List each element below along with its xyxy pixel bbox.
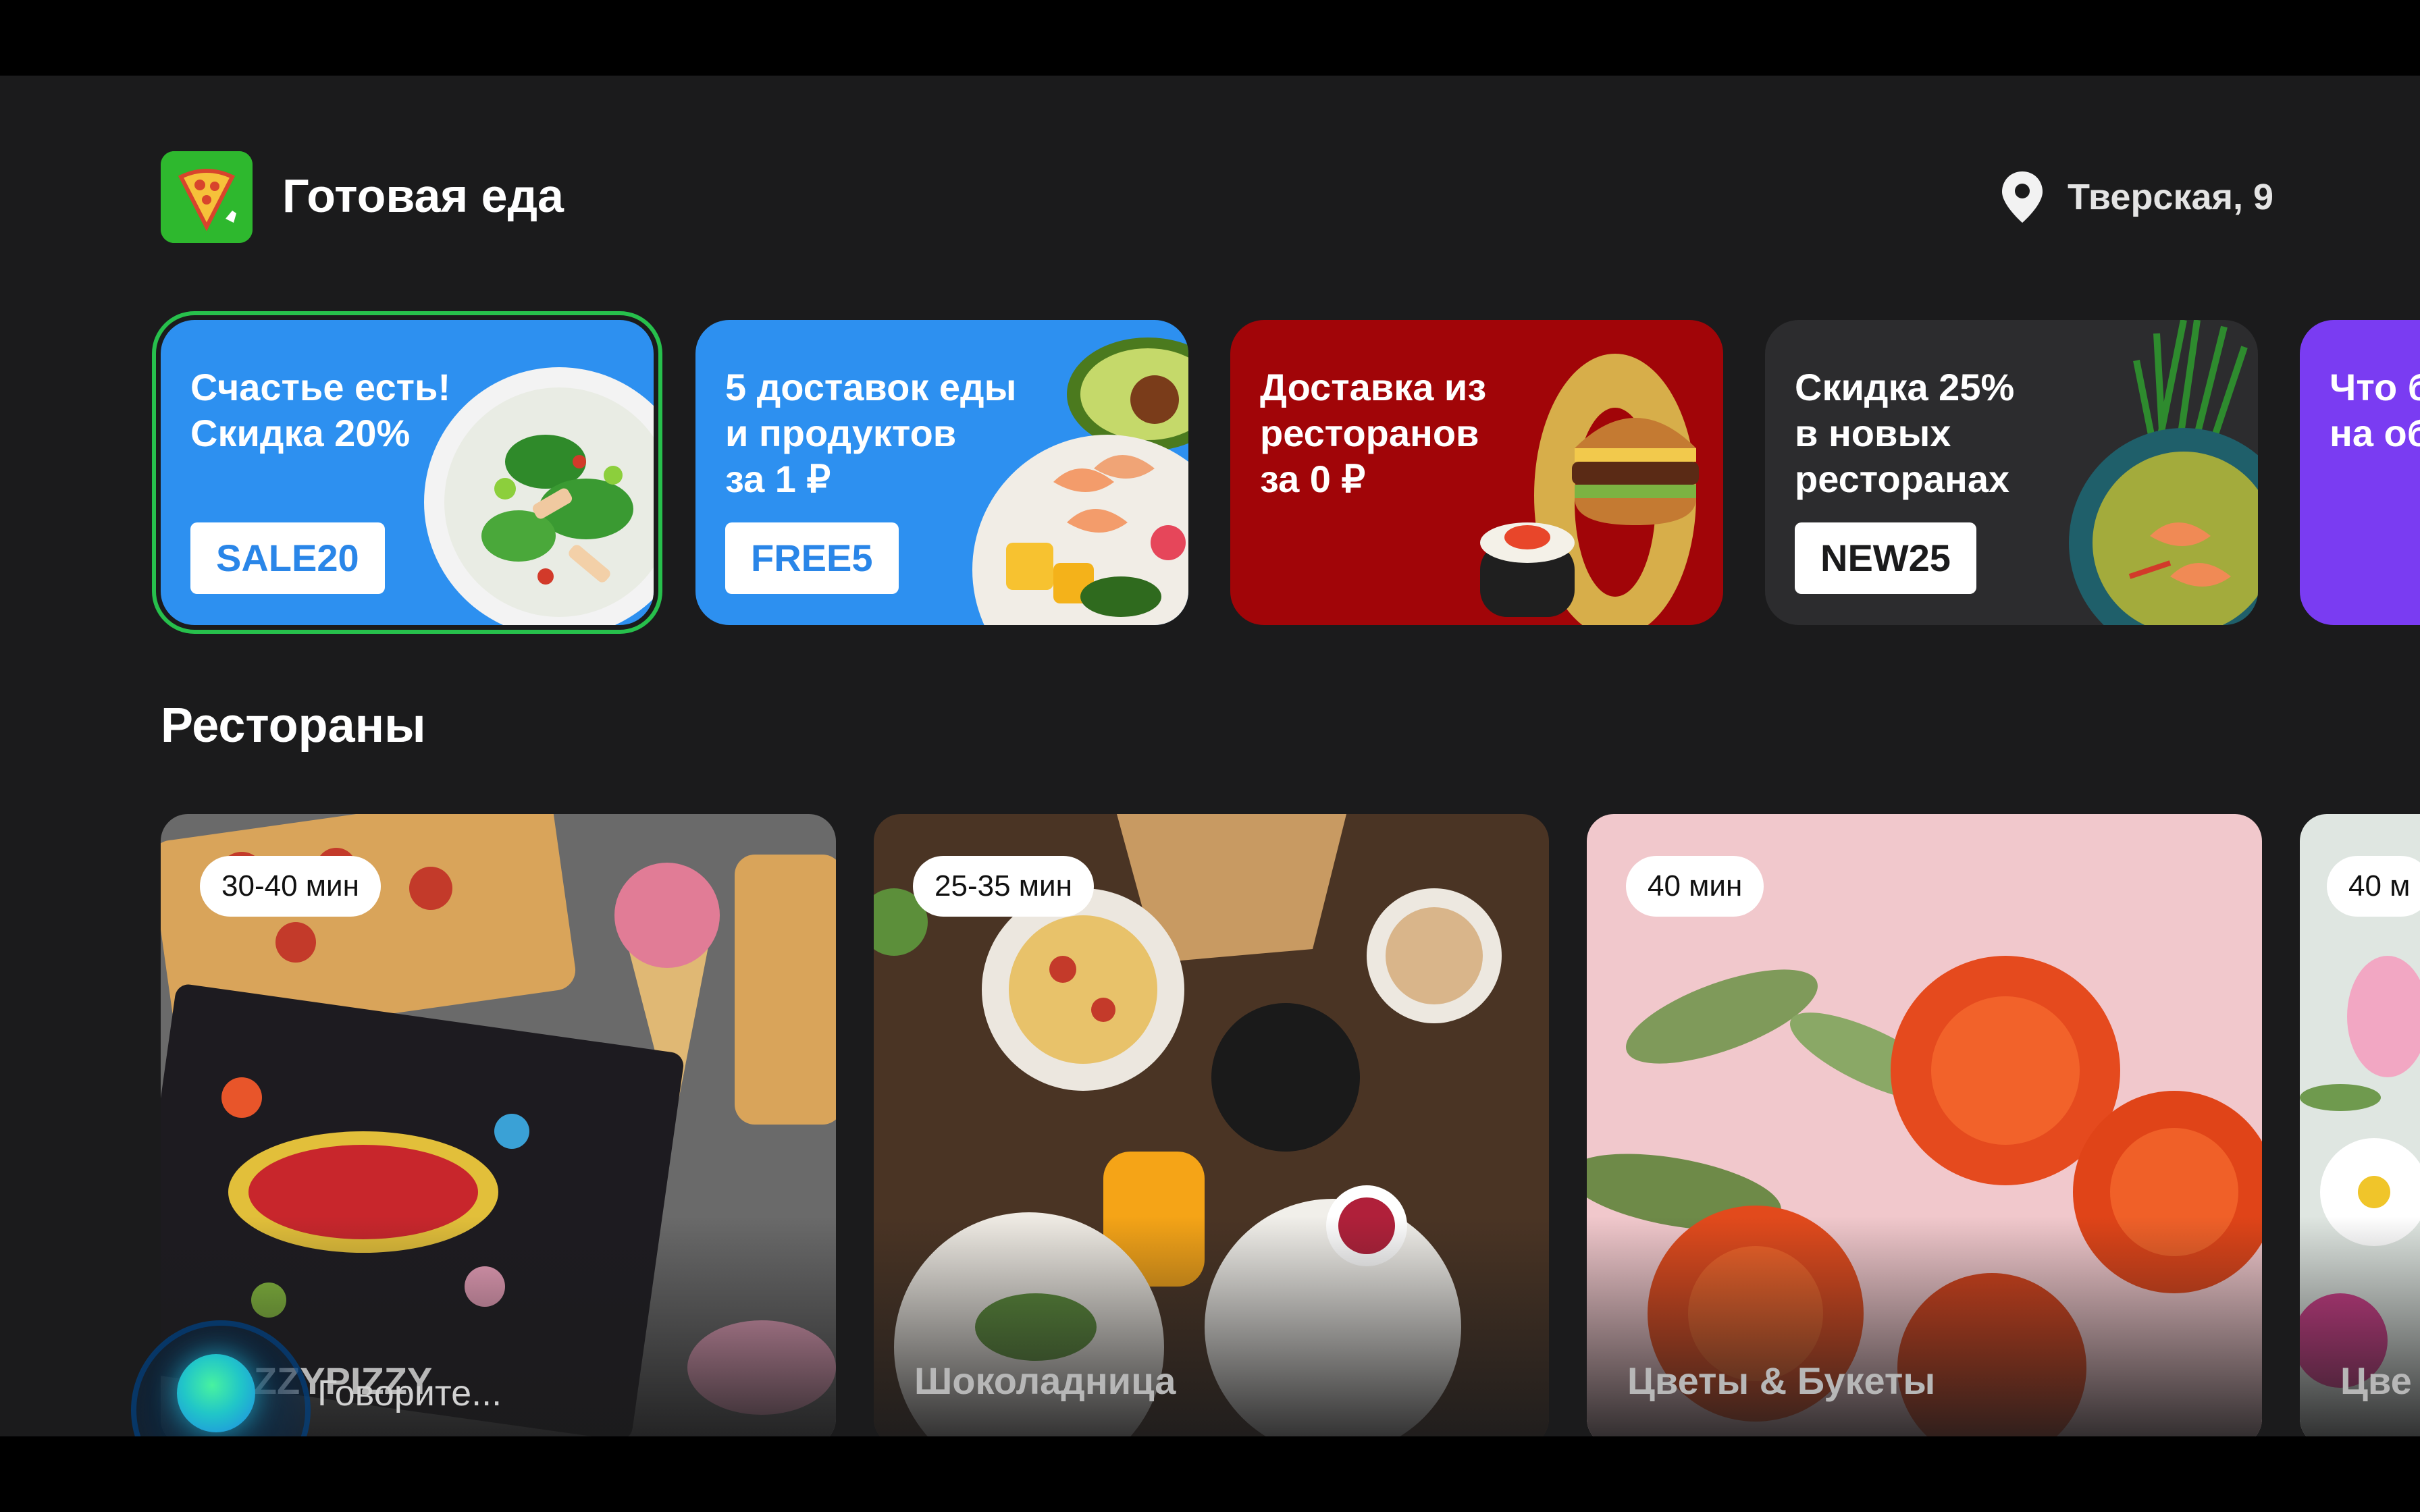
app-logo <box>161 151 253 243</box>
promo-text: Что б на об <box>2330 366 2420 454</box>
restaurant-name: Цветы & Букеты <box>1627 1359 1936 1402</box>
promo-card-sale20[interactable]: Счастье есть! Скидка 20% SALE20 <box>161 320 654 625</box>
voice-prompt: Говорите... <box>317 1373 502 1413</box>
delivery-time-badge: 40 мин <box>1626 856 1764 917</box>
promo-code: NEW25 <box>1795 522 1976 594</box>
promo-card-free5[interactable]: 5 доставок еды и продуктов за 1 ₽ FREE5 <box>695 320 1188 625</box>
delivery-time-badge: 40 м <box>2327 856 2420 917</box>
tv-screen: Готовая еда Тверская, 9 Счастье есть! Ск… <box>0 76 2420 1436</box>
restaurant-name: Шоколадница <box>914 1359 1176 1402</box>
restaurant-card-partial[interactable]: 40 м Цве <box>2300 814 2420 1436</box>
promo-code: FREE5 <box>725 522 899 594</box>
restaurant-name: Цве <box>2340 1359 2412 1402</box>
promo-card-free-delivery[interactable]: Доставка из ресторанов за 0 ₽ <box>1230 320 1723 625</box>
burger-sushi-image <box>1480 354 1699 625</box>
delivery-time-badge: 25-35 мин <box>913 856 1094 917</box>
location-pin-icon <box>2000 170 2045 224</box>
promo-card-new25[interactable]: Скидка 25% в новых ресторанах NEW25 <box>1765 320 2258 625</box>
promo-card-partial[interactable]: Что б на об <box>2300 320 2420 625</box>
location-address[interactable]: Тверская, 9 <box>2068 176 2273 219</box>
app-title: Готовая еда <box>282 169 564 222</box>
voice-assistant-icon[interactable] <box>177 1354 255 1432</box>
promo-code: SALE20 <box>190 522 385 594</box>
card-shade <box>874 1216 1549 1436</box>
promo-text: Скидка 25% в новых ресторанах <box>1795 366 2015 500</box>
card-shade <box>1587 1216 2262 1436</box>
card-shade <box>2300 1216 2420 1436</box>
restaurant-card-shokoladnitsa[interactable]: 25-35 мин Шоколадница <box>874 814 1549 1436</box>
promo-text: Доставка из ресторанов за 0 ₽ <box>1260 366 1487 500</box>
promo-text: 5 доставок еды и продуктов за 1 ₽ <box>725 366 1017 500</box>
section-title-restaurants: Рестораны <box>161 699 426 753</box>
promo-text: Счастье есть! Скидка 20% <box>190 366 451 454</box>
curry-plate-image <box>2069 320 2258 625</box>
delivery-time-badge: 30-40 мин <box>200 856 381 917</box>
restaurant-card-flowers[interactable]: 40 мин Цветы & Букеты <box>1587 814 2262 1436</box>
